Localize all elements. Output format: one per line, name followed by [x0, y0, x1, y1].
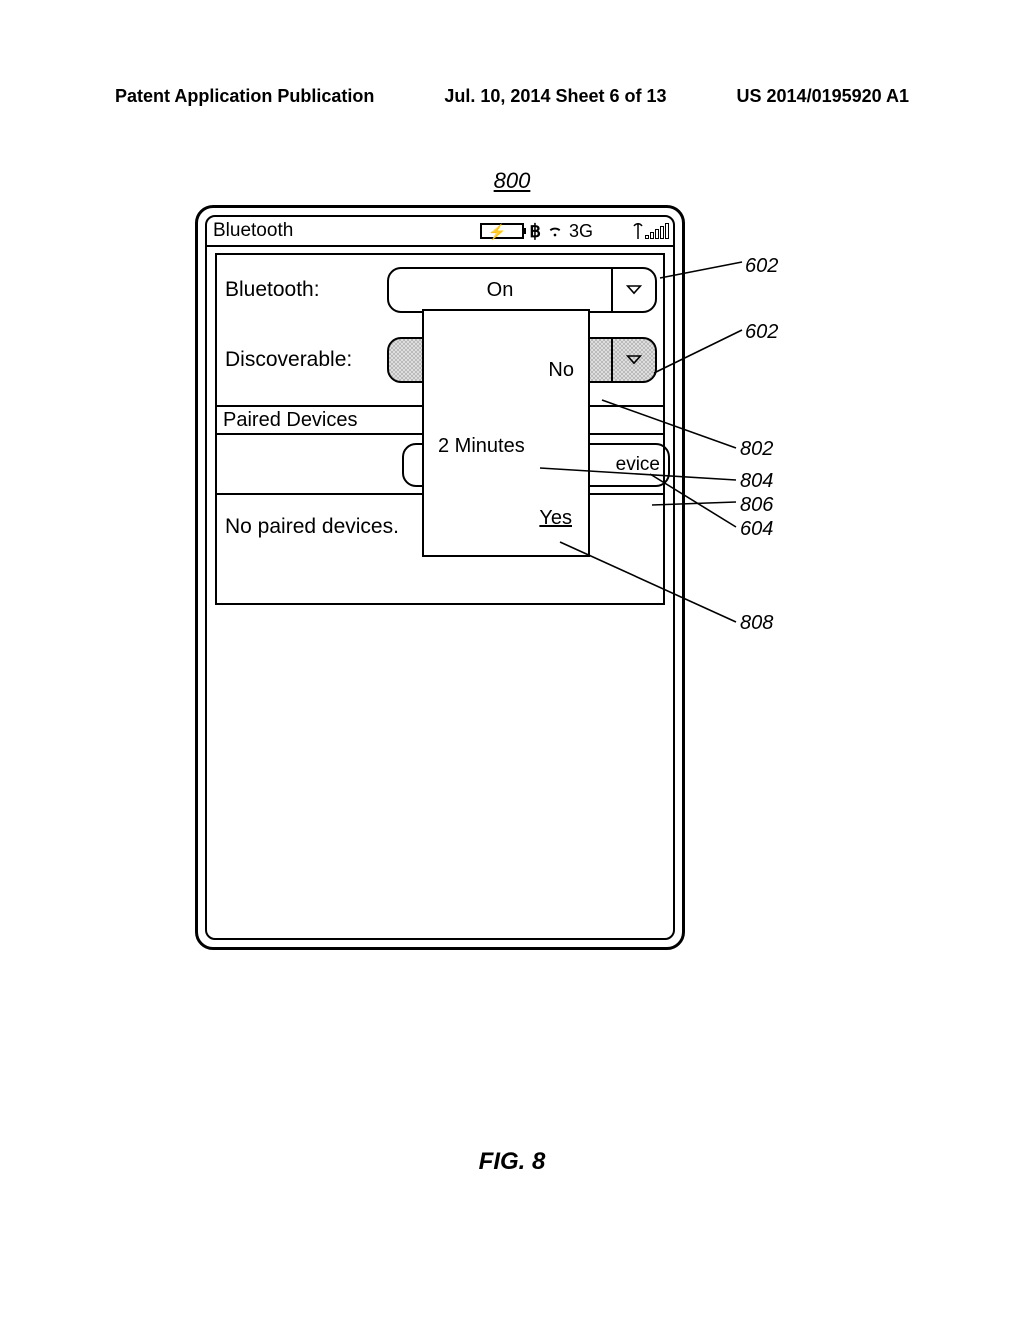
antenna-icon [633, 223, 643, 239]
no-paired-text: No paired devices. [225, 515, 399, 539]
signal-bars-icon [645, 223, 669, 239]
discoverable-dropdown[interactable]: No 2 Minutes Yes [422, 309, 590, 557]
callout-802: 802 [740, 438, 773, 461]
figure-number: 800 [0, 168, 1024, 194]
callout-602: 602 [745, 255, 778, 278]
option-yes[interactable]: Yes [539, 507, 572, 530]
pub-left: Patent Application Publication [115, 86, 374, 107]
device-figure: Bluetooth ⚡ ฿ 3G Bluetooth: [195, 205, 685, 950]
network-label: 3G [569, 221, 593, 242]
status-bar: Bluetooth ⚡ ฿ 3G [207, 217, 673, 247]
pub-right: US 2014/0195920 A1 [737, 86, 909, 107]
option-no[interactable]: No [548, 359, 574, 382]
discoverable-label: Discoverable: [217, 348, 387, 372]
figure-caption: FIG. 8 [0, 1148, 1024, 1176]
wifi-icon [547, 224, 563, 238]
bluetooth-label: Bluetooth: [217, 278, 387, 302]
statusbar-title: Bluetooth [211, 220, 293, 242]
add-device-label: evice [616, 454, 660, 476]
option-2-minutes[interactable]: 2 Minutes [438, 435, 525, 458]
callout-806: 806 [740, 494, 773, 517]
callout-602: 602 [745, 321, 778, 344]
callout-604: 604 [740, 518, 773, 541]
callout-808: 808 [740, 612, 773, 635]
bluetooth-value: On [389, 279, 611, 302]
chevron-down-icon[interactable] [611, 339, 655, 381]
callout-804: 804 [740, 470, 773, 493]
bluetooth-picker[interactable]: On [387, 267, 657, 313]
battery-icon: ⚡ [480, 223, 524, 239]
bluetooth-icon: ฿ [530, 221, 541, 242]
pub-center: Jul. 10, 2014 Sheet 6 of 13 [444, 86, 666, 107]
chevron-down-icon[interactable] [611, 269, 655, 311]
